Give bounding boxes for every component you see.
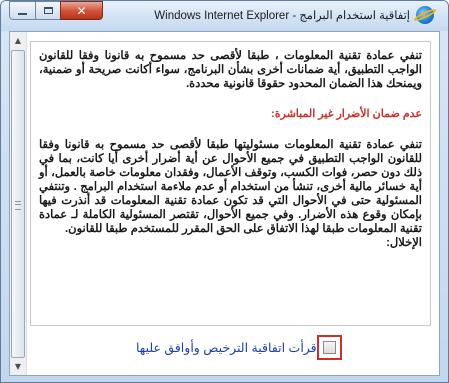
agree-checkbox[interactable] <box>322 340 336 354</box>
close-icon: ✕ <box>76 3 87 18</box>
grip-icon <box>15 201 21 210</box>
agree-checkbox-highlight <box>316 334 342 360</box>
license-paragraph: تنفي عمادة تقنية المعلومات ، طبقا لأقصى … <box>39 50 422 90</box>
window-title: إتفاقية استخدام البرامج - Windows Intern… <box>154 10 410 22</box>
vertical-scrollbar[interactable]: ▲ ▼ <box>10 32 27 375</box>
maximize-button[interactable] <box>35 1 61 20</box>
internet-explorer-icon <box>416 6 434 24</box>
close-button[interactable]: ✕ <box>60 1 103 20</box>
license-paragraph: الإخلال: <box>386 237 422 249</box>
scroll-down-arrow-icon[interactable]: ▼ <box>10 358 26 375</box>
license-heading: عدم ضمان الأضرار غير المباشرة: <box>271 108 422 120</box>
ie-window: ✕ إتفاقية استخدام البرامج - Windows Inte… <box>0 0 449 383</box>
minimize-button[interactable] <box>9 1 36 20</box>
agreement-row: قرأت اتفاقية الترخيص وأوافق عليها <box>124 334 342 360</box>
agree-label[interactable]: قرأت اتفاقية الترخيص وأوافق عليها <box>136 340 317 355</box>
license-text-box: تنفي عمادة تقنية المعلومات ، طبقا لأقصى … <box>30 41 431 326</box>
license-paragraph: تنفي عمادة تقنية المعلومات مسئوليتها طبق… <box>39 139 422 235</box>
scrollbar-thumb[interactable] <box>11 50 25 358</box>
page-content: ▲ ▼ تنفي عمادة تقنية المعلومات ، طبقا لأ… <box>9 31 440 376</box>
title-bar[interactable]: ✕ إتفاقية استخدام البرامج - Windows Inte… <box>1 1 448 31</box>
minimize-icon <box>18 12 27 15</box>
scroll-up-arrow-icon[interactable]: ▲ <box>10 32 26 49</box>
maximize-icon <box>43 7 53 14</box>
